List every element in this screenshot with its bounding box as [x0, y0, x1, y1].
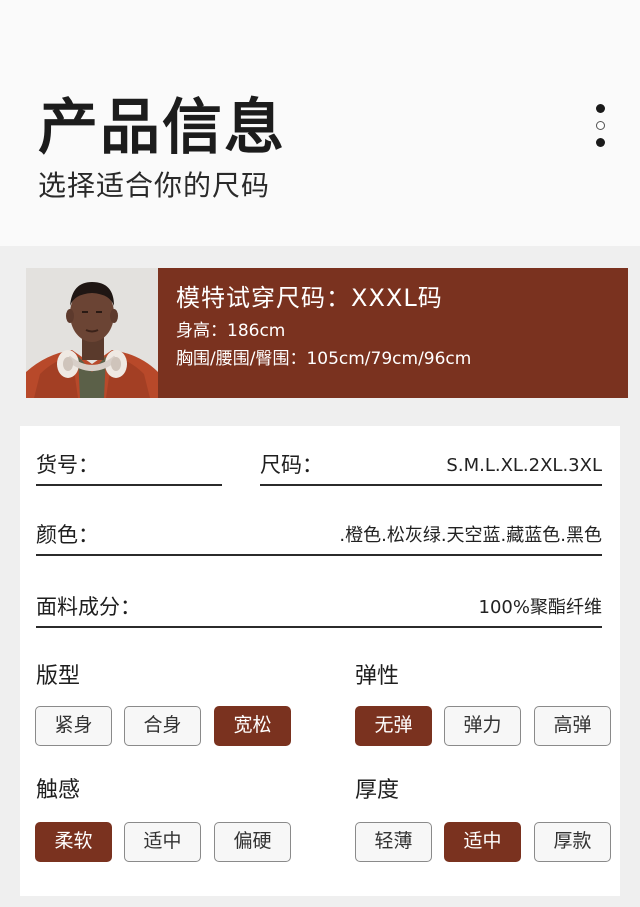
fabric-label: 面料成分：: [36, 595, 141, 619]
thickness-option-thick[interactable]: 厚款: [534, 822, 611, 862]
item-no-field: 货号：: [36, 450, 222, 486]
model-avatar-icon: [26, 268, 158, 398]
size-field: 尺码： S.M.L.XL.2XL.3XL: [260, 450, 602, 486]
model-photo: [26, 268, 158, 398]
page-subtitle: 选择适合你的尺码: [38, 169, 271, 202]
elasticity-title: 弹性: [355, 664, 400, 689]
header: 产品信息 选择适合你的尺码: [0, 0, 640, 246]
size-label: 尺码：: [260, 453, 323, 477]
touch-title: 触感: [36, 778, 81, 803]
color-field: 颜色： .橙色.松灰绿.天空蓝.藏蓝色.黑色: [36, 520, 602, 556]
fit-option-loose[interactable]: 宽松: [214, 706, 291, 746]
thickness-option-medium[interactable]: 适中: [444, 822, 521, 862]
model-info: 模特试穿尺码：XXXL码 身高：186cm 胸围/腰围/臀围：105cm/79c…: [176, 282, 471, 372]
more-options-icon[interactable]: [594, 104, 608, 148]
fit-title: 版型: [36, 664, 81, 689]
elasticity-option-none[interactable]: 无弹: [355, 706, 432, 746]
item-no-label: 货号：: [36, 453, 99, 477]
product-info-card: 货号： 尺码： S.M.L.XL.2XL.3XL 颜色： .橙色.松灰绿.天空蓝…: [20, 426, 620, 896]
thickness-title: 厚度: [355, 778, 400, 803]
color-label: 颜色：: [36, 523, 99, 547]
size-value: S.M.L.XL.2XL.3XL: [446, 455, 602, 476]
fit-option-regular[interactable]: 合身: [124, 706, 201, 746]
fabric-field: 面料成分： 100%聚酯纤维: [36, 592, 602, 628]
fit-option-tight[interactable]: 紧身: [35, 706, 112, 746]
fabric-value: 100%聚酯纤维: [478, 597, 602, 618]
color-value: .橙色.松灰绿.天空蓝.藏蓝色.黑色: [339, 525, 602, 546]
touch-option-stiff[interactable]: 偏硬: [214, 822, 291, 862]
touch-option-soft[interactable]: 柔软: [35, 822, 112, 862]
model-banner: 模特试穿尺码：XXXL码 身高：186cm 胸围/腰围/臀围：105cm/79c…: [26, 268, 628, 398]
model-height: 身高：186cm: [176, 321, 286, 341]
touch-option-medium[interactable]: 适中: [124, 822, 201, 862]
elasticity-option-stretch[interactable]: 弹力: [444, 706, 521, 746]
page-title: 产品信息: [38, 93, 286, 163]
model-size-title: 模特试穿尺码：XXXL码: [176, 284, 443, 312]
thickness-option-thin[interactable]: 轻薄: [355, 822, 432, 862]
model-measurements: 胸围/腰围/臀围：105cm/79cm/96cm: [176, 349, 472, 369]
elasticity-option-high[interactable]: 高弹: [534, 706, 611, 746]
